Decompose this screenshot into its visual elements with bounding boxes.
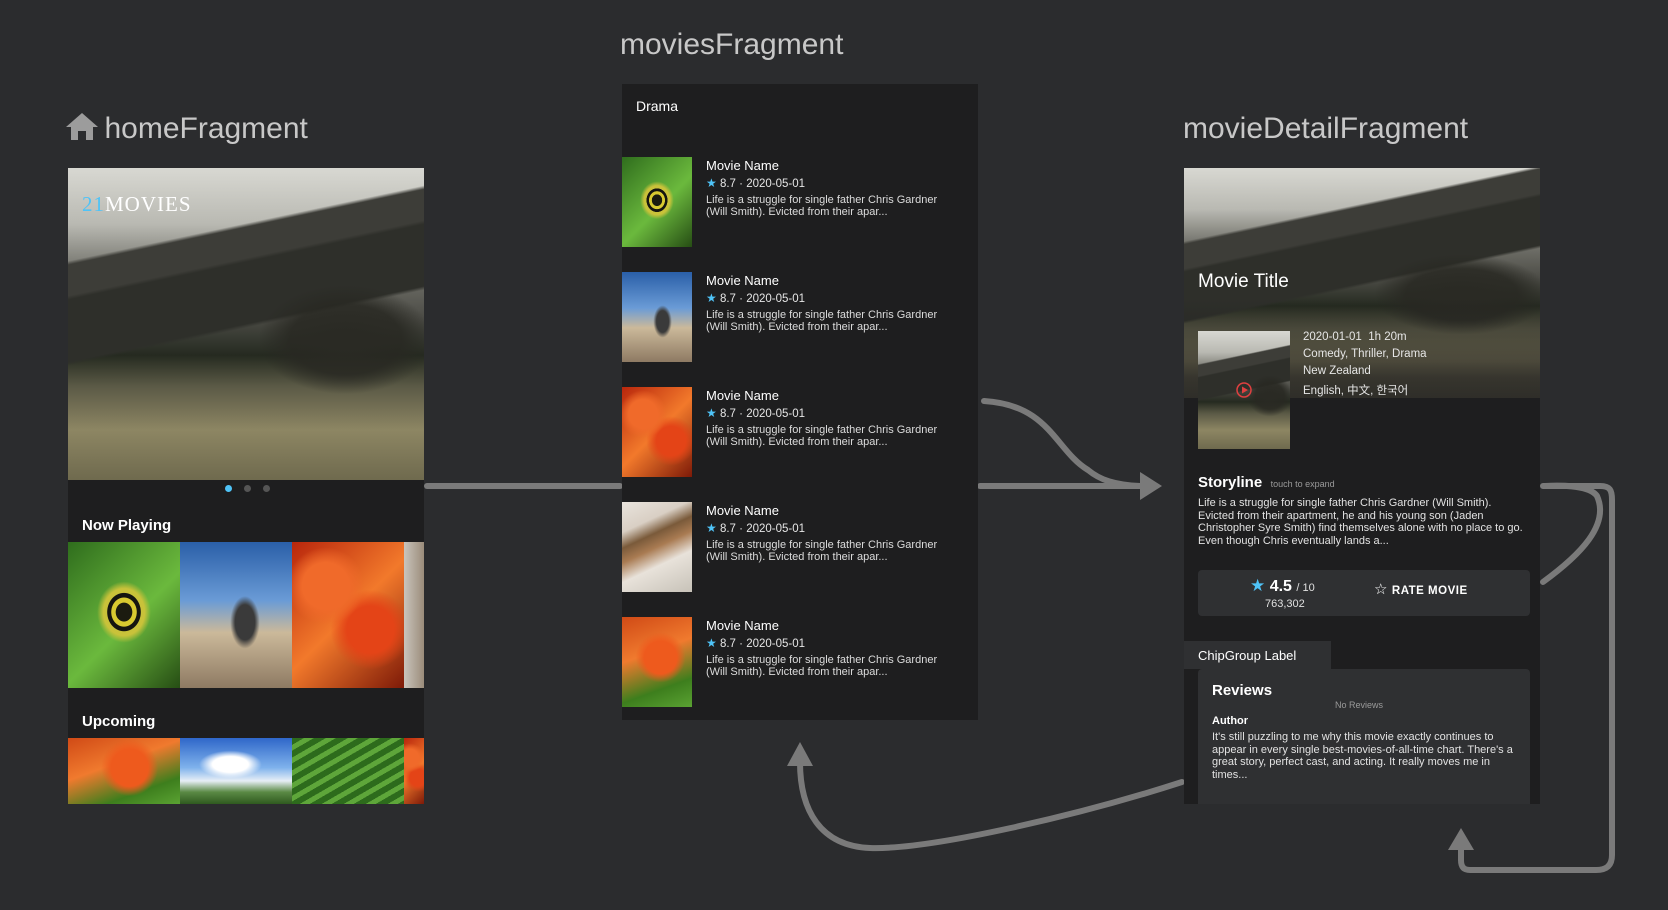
upcoming-title: Upcoming	[82, 713, 156, 730]
movie-name: Movie Name	[706, 158, 779, 173]
star-icon: ★	[706, 291, 717, 305]
movie-name: Movie Name	[706, 618, 779, 633]
star-icon: ★	[1250, 576, 1266, 595]
movie-list-item[interactable]: Movie Name ★ 8.7 · 2020-05-01 Life is a …	[622, 617, 978, 709]
movie-description: Life is a struggle for single father Chr…	[706, 194, 938, 218]
movie-poster[interactable]	[292, 738, 404, 804]
movie-meta: ★ 8.7 · 2020-05-01	[706, 521, 806, 535]
reviews-title: Reviews	[1212, 682, 1273, 699]
carousel-dot[interactable]	[225, 485, 232, 492]
languages-text: English, 中文, 한국어	[1303, 385, 1409, 397]
genre-title: Drama	[636, 98, 679, 114]
movie-poster[interactable]	[180, 738, 292, 804]
detail-fragment-title: movieDetailFragment	[1183, 112, 1469, 145]
home-icon	[66, 113, 98, 140]
movie-title: Movie Title	[1198, 271, 1289, 292]
home-screen: 21MOVIES Now Playing Upcoming	[68, 168, 424, 804]
arrowhead-detail-reviews	[1448, 828, 1474, 850]
movie-poster[interactable]	[404, 738, 424, 804]
movie-meta: ★ 8.7 · 2020-05-01	[706, 636, 806, 650]
movie-list-item[interactable]: Movie Name ★ 8.7 · 2020-05-01 Life is a …	[622, 272, 978, 364]
play-icon[interactable]	[1234, 380, 1254, 400]
reviews-card: Reviews No Reviews Author It's still puz…	[1198, 669, 1530, 804]
home-fragment-title: homeFragment	[104, 112, 308, 145]
storyline-header[interactable]: Storyline touch to expand	[1198, 474, 1335, 492]
movie-list-item[interactable]: Movie Name ★ 8.7 · 2020-05-01 Life is a …	[622, 502, 978, 594]
rating-card: ★ 4.5 / 10 763,302 ☆ RATE MOVIE	[1198, 570, 1530, 616]
no-reviews-text: No Reviews	[1335, 700, 1384, 710]
chip-group[interactable]: ChipGroup Label	[1184, 641, 1331, 669]
rating-max: / 10	[1296, 582, 1315, 594]
home-fragment-header: homeFragment	[64, 110, 308, 146]
review-author: Author	[1212, 715, 1249, 727]
genres-text: Comedy, Thriller, Drama	[1303, 348, 1427, 360]
touch-hint: touch to expand	[1270, 479, 1335, 489]
movie-meta: ★ 8.7 · 2020-05-01	[706, 406, 806, 420]
star-outline-icon: ☆	[1374, 581, 1388, 598]
movie-poster[interactable]	[68, 738, 180, 804]
movie-name: Movie Name	[706, 273, 779, 288]
movie-list-item[interactable]: Movie Name ★ 8.7 · 2020-05-01 Life is a …	[622, 157, 978, 249]
release-info: 2020-01-01 1h 20m	[1303, 331, 1407, 343]
rate-movie-button[interactable]: ☆ RATE MOVIE	[1374, 580, 1468, 599]
carousel-indicator	[225, 485, 270, 492]
now-playing-title: Now Playing	[82, 517, 172, 534]
star-icon: ★	[706, 406, 717, 420]
arrow-detail-self-inner	[1540, 482, 1604, 585]
movie-poster[interactable]	[404, 542, 424, 688]
movie-thumbnail	[622, 272, 692, 362]
carousel-dot[interactable]	[244, 485, 251, 492]
movie-meta: ★ 8.7 · 2020-05-01	[706, 291, 806, 305]
app-logo: 21MOVIES	[82, 192, 192, 216]
movie-name: Movie Name	[706, 503, 779, 518]
vote-count: 763,302	[1265, 598, 1305, 610]
movie-meta: ★ 8.7 · 2020-05-01	[706, 176, 806, 190]
arrow-detail-to-movies	[797, 759, 1185, 852]
star-icon: ★	[706, 636, 717, 650]
country-text: New Zealand	[1303, 365, 1371, 377]
movie-poster[interactable]	[68, 542, 180, 688]
rating-value: 4.5	[1269, 578, 1292, 595]
movie-poster[interactable]	[292, 542, 404, 688]
movie-description: Life is a struggle for single father Chr…	[706, 309, 938, 333]
arrowhead-movies	[787, 742, 813, 766]
movies-screen: Drama Movie Name ★ 8.7 · 2020-05-01 Life…	[622, 84, 978, 720]
movie-thumbnail	[622, 387, 692, 477]
movie-list-item[interactable]: Movie Name ★ 8.7 · 2020-05-01 Life is a …	[622, 387, 978, 479]
storyline-title: Storyline	[1198, 474, 1263, 491]
movies-fragment-title: moviesFragment	[620, 28, 844, 61]
movie-name: Movie Name	[706, 388, 779, 403]
upcoming-carousel	[68, 738, 424, 804]
movie-thumbnail	[622, 617, 692, 707]
star-icon: ★	[706, 521, 717, 535]
carousel-dot[interactable]	[263, 485, 270, 492]
detail-screen: Movie Title 2020-01-01 1h 20m Comedy, Th…	[1184, 168, 1540, 804]
movie-poster[interactable]	[180, 542, 292, 688]
storyline-text[interactable]: Life is a struggle for single father Chr…	[1198, 497, 1530, 547]
movie-description: Life is a struggle for single father Chr…	[706, 539, 938, 563]
movie-thumbnail	[622, 502, 692, 592]
movie-thumbnail	[622, 157, 692, 247]
movie-description: Life is a struggle for single father Chr…	[706, 654, 938, 678]
star-icon: ★	[706, 176, 717, 190]
arrowhead-detail	[1140, 472, 1162, 500]
rating-summary: ★ 4.5 / 10	[1250, 576, 1315, 596]
arrow-movies-to-detail-curve	[981, 398, 1143, 489]
movie-description: Life is a struggle for single father Chr…	[706, 424, 938, 448]
now-playing-carousel	[68, 542, 424, 688]
chip-group-label: ChipGroup Label	[1198, 648, 1297, 663]
review-text[interactable]: It's still puzzling to me why this movie…	[1212, 731, 1514, 781]
